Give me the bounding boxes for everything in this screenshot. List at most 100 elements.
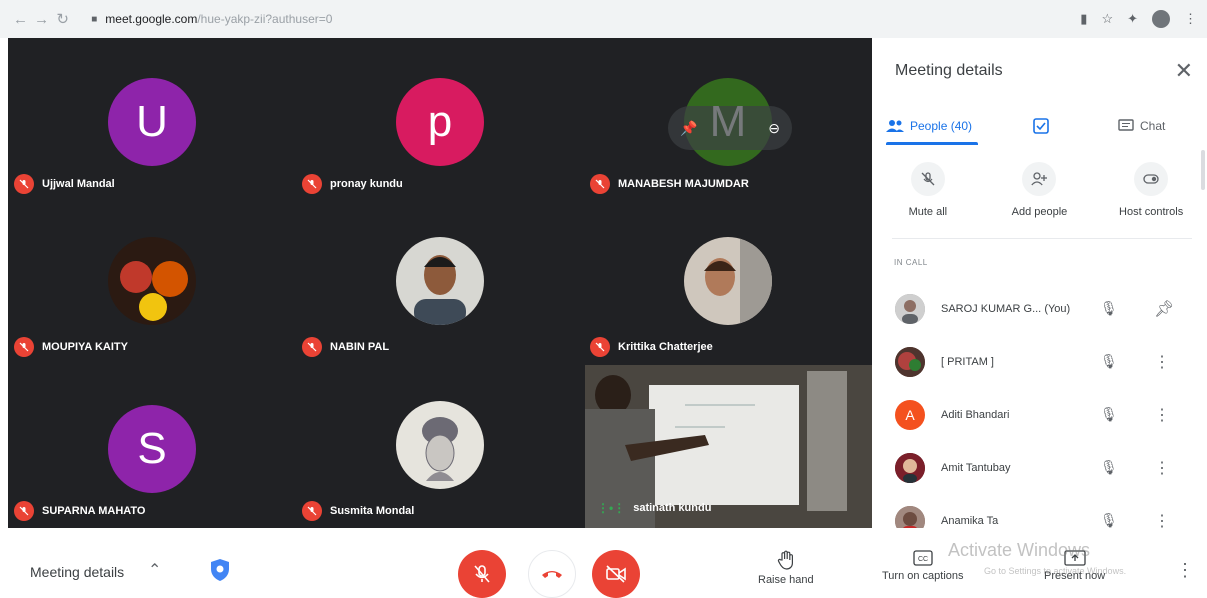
avatar-photo xyxy=(684,237,772,325)
participant-tile[interactable]: U Ujjwal Mandal xyxy=(8,38,296,201)
participant-list: SAROJ KUMAR G... (You) 🎙︎ 📌︎ [ PRITAM ] … xyxy=(872,282,1207,547)
host-controls-label: Host controls xyxy=(1119,206,1184,218)
add-people-button[interactable]: Add people xyxy=(989,162,1089,242)
mic-off-icon[interactable]: 🎙︎ xyxy=(1100,406,1118,423)
url-host: meet.google.com xyxy=(105,12,198,26)
you-badge: (You) xyxy=(1044,302,1071,315)
list-item[interactable]: SAROJ KUMAR G... (You) 🎙︎ 📌︎ xyxy=(872,282,1207,335)
back-icon[interactable]: ← xyxy=(10,8,31,30)
participant-name: MOUPIYA KAITY xyxy=(42,341,128,353)
avatar xyxy=(895,346,925,377)
participant-name: [ PRITAM ] xyxy=(941,355,994,368)
camera-toggle-button[interactable] xyxy=(592,550,640,598)
avatar xyxy=(895,293,925,324)
participant-name: Aditi Bhandari xyxy=(941,408,1010,421)
meeting-details-button[interactable]: Meeting details xyxy=(30,564,124,580)
mic-off-icon xyxy=(302,337,322,357)
microphone-toggle-button[interactable] xyxy=(458,550,506,598)
host-controls-button[interactable]: Host controls xyxy=(1101,162,1201,242)
pin-icon[interactable]: 📌 xyxy=(680,120,697,137)
participant-tile[interactable]: S SUPARNA MAHATO xyxy=(8,365,296,528)
hand-icon xyxy=(777,550,793,570)
star-icon[interactable]: ☆ xyxy=(1101,11,1113,27)
list-item[interactable]: Amit Tantubay 🎙︎ ⋮ xyxy=(872,441,1207,494)
mute-all-label: Mute all xyxy=(908,206,948,218)
participant-name: SUPARNA MAHATO xyxy=(42,505,146,517)
remove-icon[interactable]: ⊖ xyxy=(768,120,780,137)
participant-name: satinath kundu xyxy=(633,502,712,514)
list-item[interactable]: A Aditi Bhandari 🎙︎ ⋮ xyxy=(872,388,1207,441)
list-item[interactable]: [ PRITAM ] 🎙︎ ⋮ xyxy=(872,335,1207,388)
more-options-icon[interactable]: ⋮ xyxy=(1154,458,1170,478)
chevron-up-icon[interactable]: ⌃ xyxy=(148,560,161,580)
more-options-icon[interactable]: ⋮ xyxy=(1176,560,1194,581)
participant-name: Ujjwal Mandal xyxy=(42,178,115,190)
toggle-icon xyxy=(1134,162,1169,196)
panel-title: Meeting details xyxy=(895,62,1003,79)
url-path: /hue-yakp-zii?authuser=0 xyxy=(197,12,333,26)
scrollbar[interactable] xyxy=(1201,150,1205,190)
pin-icon[interactable]: 📌︎ xyxy=(1154,299,1174,319)
participant-name: NABIN PAL xyxy=(330,341,390,353)
avatar: S xyxy=(108,405,196,493)
mic-off-icon xyxy=(302,501,322,521)
panel-actions: Mute all Add people Host controls xyxy=(872,162,1207,242)
participant-name: MANABESH MAJUMDAR xyxy=(618,178,749,190)
mic-off-icon xyxy=(474,565,490,583)
mic-off-icon[interactable]: 🎙︎ xyxy=(1100,353,1118,370)
participant-name: Amit Tantubay xyxy=(941,461,1011,474)
mic-off-icon xyxy=(910,162,945,196)
mic-off-icon xyxy=(590,337,610,357)
participant-grid: U Ujjwal Mandal p pronay kundu M MANABES… xyxy=(8,38,872,528)
reload-icon[interactable]: ↻ xyxy=(52,8,73,30)
participant-name: pronay kundu xyxy=(330,178,403,190)
more-options-icon[interactable]: ⋮ xyxy=(1154,405,1170,425)
leave-call-button[interactable] xyxy=(528,550,576,598)
forward-icon[interactable]: → xyxy=(31,8,52,30)
panel-tabs: People (40) Chat xyxy=(872,108,1207,148)
participant-tile[interactable]: Susmita Mondal xyxy=(296,365,584,528)
mic-off-icon[interactable]: 🎙︎ xyxy=(1100,300,1118,317)
extensions-icon[interactable]: ✦ xyxy=(1127,11,1138,27)
mute-all-button[interactable]: Mute all xyxy=(878,162,978,242)
more-options-icon[interactable]: ⋮ xyxy=(1154,352,1170,372)
browser-toolbar: ← → ↻ ■ meet.google.com /hue-yakp-zii?au… xyxy=(0,0,1207,38)
participant-tile[interactable]: NABIN PAL xyxy=(296,201,584,364)
participant-tile[interactable]: Krittika Chatterjee xyxy=(584,201,872,364)
participant-name: Anamika Ta xyxy=(941,514,999,527)
participant-video-tile[interactable]: ⋮•⋮ satinath kundu xyxy=(585,365,872,528)
address-bar[interactable]: ■ meet.google.com /hue-yakp-zii?authuser… xyxy=(83,7,1081,31)
avatar: U xyxy=(108,78,196,166)
shield-icon[interactable] xyxy=(210,558,230,582)
captions-label: Turn on captions xyxy=(882,570,964,582)
kebab-menu-icon[interactable]: ⋮ xyxy=(1184,11,1197,27)
profile-avatar[interactable] xyxy=(1152,10,1170,28)
avatar-photo xyxy=(396,237,484,325)
raise-hand-button[interactable]: Raise hand xyxy=(758,550,814,586)
mic-off-icon[interactable]: 🎙︎ xyxy=(1100,459,1118,476)
avatar-photo xyxy=(396,401,484,489)
tab-chat[interactable]: Chat xyxy=(1118,108,1165,144)
meeting-details-panel: Meeting details ✕ People (40) Chat Mute … xyxy=(872,38,1207,536)
tile-hover-controls: 📌 ⊖ xyxy=(668,106,792,150)
avatar: A xyxy=(895,399,925,430)
camera-icon[interactable]: ▮ xyxy=(1080,11,1087,27)
mic-off-icon[interactable]: 🎙︎ xyxy=(1100,512,1118,529)
in-call-heading: IN CALL xyxy=(894,258,928,267)
tab-tasks[interactable] xyxy=(1032,108,1050,144)
participant-name: SAROJ KUMAR G... (You) xyxy=(941,302,1071,315)
close-icon[interactable]: ✕ xyxy=(1175,58,1193,84)
mic-off-icon xyxy=(14,337,34,357)
avatar xyxy=(895,452,925,483)
tab-people[interactable]: People (40) xyxy=(886,108,972,144)
tasks-icon xyxy=(1033,118,1049,134)
mic-off-icon xyxy=(590,174,610,194)
add-people-label: Add people xyxy=(1011,206,1068,218)
svg-text:CC: CC xyxy=(918,556,928,563)
hang-up-icon xyxy=(542,571,562,578)
mic-off-icon xyxy=(14,174,34,194)
participant-tile[interactable]: MOUPIYA KAITY xyxy=(8,201,296,364)
closed-captions-icon: CC xyxy=(913,550,933,566)
participant-tile[interactable]: p pronay kundu xyxy=(296,38,584,201)
tab-people-label: People (40) xyxy=(910,119,973,133)
